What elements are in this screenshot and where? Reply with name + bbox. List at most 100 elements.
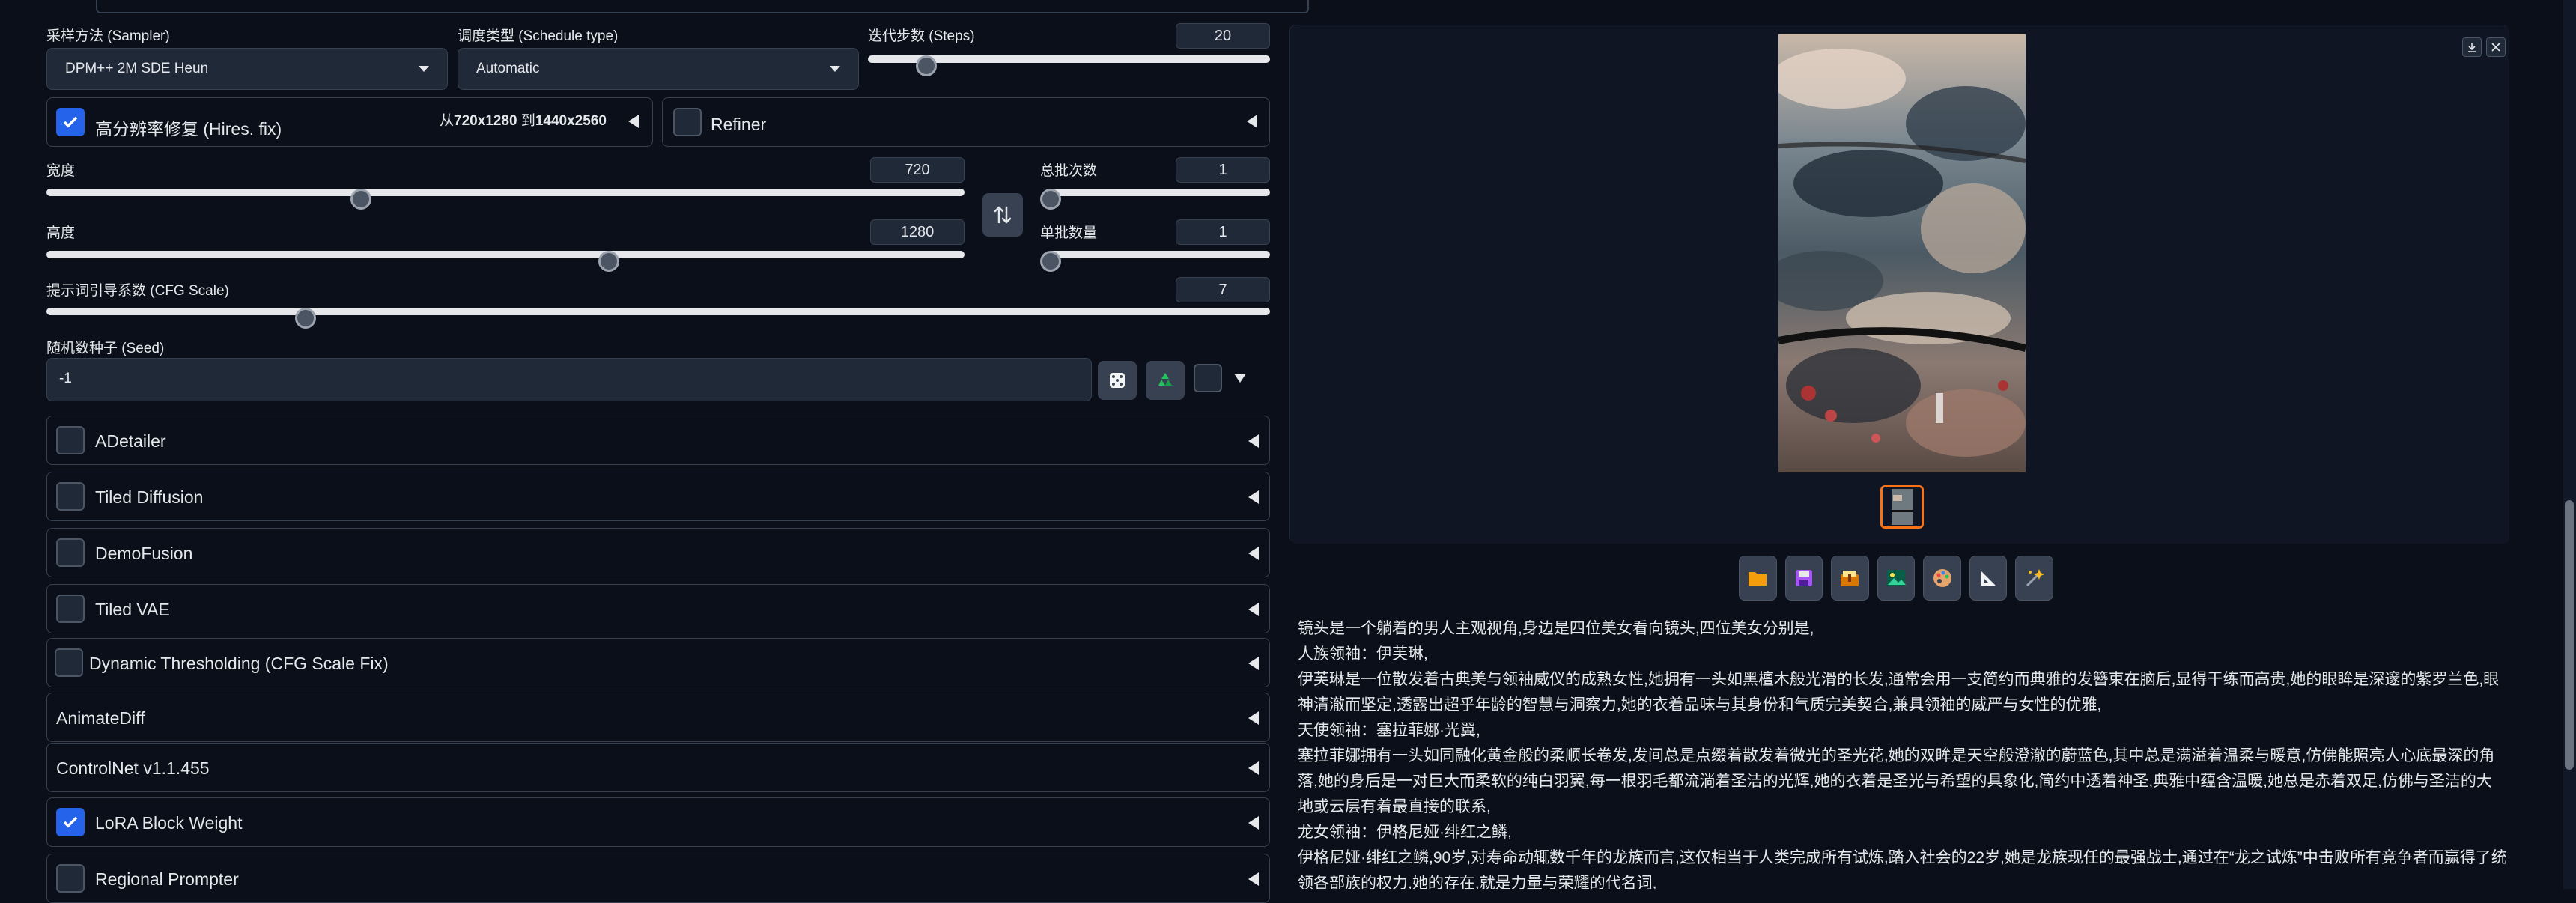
- extra-seed-checkbox[interactable]: [1194, 364, 1222, 392]
- collapse-icon[interactable]: [1248, 434, 1259, 448]
- hires-fix-panel: 高分辨率修复 (Hires. fix) 从720x1280 到1440x2560: [46, 97, 653, 147]
- close-button[interactable]: [2486, 37, 2506, 57]
- accordion-4[interactable]: Dynamic Thresholding (CFG Scale Fix): [46, 638, 1270, 687]
- sampler-value: DPM++ 2M SDE Heun: [65, 61, 209, 76]
- seed-label: 随机数种子 (Seed): [46, 341, 165, 356]
- download-button[interactable]: [2462, 37, 2482, 57]
- collapse-icon[interactable]: [1248, 603, 1259, 616]
- collapse-icon[interactable]: [1248, 490, 1259, 504]
- collapse-icon[interactable]: [628, 115, 639, 128]
- gallery-thumbnail[interactable]: [1880, 485, 1924, 529]
- batch-size-slider[interactable]: [1040, 251, 1270, 272]
- random-seed-button[interactable]: [1098, 361, 1137, 400]
- steps-slider[interactable]: [868, 55, 1270, 76]
- batch-count-slider[interactable]: [1040, 189, 1270, 210]
- info-line: 塞拉菲娜拥有一头如同融化黄金般的柔顺长卷发,发间总是点缀着散发着微光的圣光花,她…: [1298, 747, 2495, 764]
- info-line: 镜头是一个躺着的男人主观视角,身边是四位美女看向镜头,四位美女分别是,: [1298, 620, 1814, 637]
- info-line: 龙女领袖：伊格尼娅·绯红之鳞,: [1298, 824, 1512, 841]
- send-to-inpaint-button[interactable]: [1923, 556, 1961, 601]
- accordion-label: DemoFusion: [95, 544, 193, 563]
- send-to-img2img-button[interactable]: [1877, 556, 1916, 601]
- slider-thumb[interactable]: [916, 55, 938, 76]
- image-icon: [1887, 570, 1907, 586]
- accordion-checkbox[interactable]: [55, 648, 83, 677]
- slider-thumb[interactable]: [1040, 189, 1061, 210]
- accordion-3[interactable]: Tiled VAE: [46, 584, 1270, 633]
- accordion-checkbox[interactable]: [56, 482, 85, 511]
- collapse-icon[interactable]: [1248, 657, 1259, 670]
- collapse-icon[interactable]: [1248, 816, 1259, 830]
- collapse-icon[interactable]: [1248, 761, 1259, 775]
- generated-image[interactable]: [1778, 34, 2026, 472]
- hires-fix-info: 从720x1280 到1440x2560: [440, 109, 607, 130]
- accordion-6[interactable]: ControlNet v1.1.455: [46, 743, 1270, 792]
- image-toolbar: [1739, 556, 2054, 601]
- batch-count-input[interactable]: 1: [1176, 157, 1270, 183]
- slider-thumb[interactable]: [350, 189, 371, 210]
- accordion-label: Dynamic Thresholding (CFG Scale Fix): [89, 654, 389, 673]
- slider-track: [868, 55, 1270, 76]
- accordion-checkbox[interactable]: [56, 864, 85, 893]
- collapse-icon[interactable]: [1248, 547, 1259, 560]
- folder-icon: [1749, 572, 1767, 586]
- info-line: 神清澈而坚定,透露出超乎年龄的智慧与洞察力,她的衣着品味与其身份和气质完美契合,…: [1298, 696, 2102, 714]
- close-icon: [2491, 43, 2500, 52]
- accordion-0[interactable]: ADetailer: [46, 416, 1270, 465]
- info-line: 伊格尼娅·绯红之鳞,90岁,对寿命动辄数千年的龙族而言,这仅相当于人类完成所有试…: [1298, 849, 2507, 866]
- schedule-select[interactable]: Automatic: [458, 48, 859, 90]
- slider-thumb[interactable]: [598, 251, 619, 272]
- palette-icon: [1933, 569, 1951, 587]
- steps-input[interactable]: 20: [1176, 23, 1270, 49]
- info-line: 人族领袖：伊芙琳,: [1298, 645, 1428, 663]
- caret-down-icon[interactable]: [1234, 374, 1246, 383]
- accordion-label: Tiled Diffusion: [95, 487, 204, 507]
- seed-input[interactable]: -1: [46, 358, 1092, 401]
- refiner-panel: Refiner: [662, 97, 1270, 147]
- hires-fix-checkbox[interactable]: [56, 108, 85, 136]
- info-line: 领各部族的权力,她的存在,就是力量与荣耀的代名词,: [1298, 875, 1657, 889]
- schedule-value: Automatic: [476, 61, 540, 76]
- scrollbar-thumb[interactable]: [2565, 500, 2574, 770]
- accordion-1[interactable]: Tiled Diffusion: [46, 472, 1270, 521]
- send-to-extras-button[interactable]: [1969, 556, 2008, 601]
- accordion-label: Regional Prompter: [95, 869, 239, 889]
- zip-button[interactable]: [1831, 556, 1869, 601]
- slider-track: [1040, 251, 1270, 272]
- steps-label: 迭代步数 (Steps): [868, 28, 975, 44]
- batch-size-input[interactable]: 1: [1176, 219, 1270, 245]
- accordion-checkbox[interactable]: [56, 595, 85, 623]
- sampler-select[interactable]: DPM++ 2M SDE Heun: [46, 48, 448, 90]
- batch-size-label: 单批数量: [1040, 225, 1098, 241]
- width-input[interactable]: 720: [870, 157, 965, 183]
- generated-image-art: [1778, 34, 2026, 472]
- accordion-checkbox[interactable]: [56, 426, 85, 454]
- refiner-checkbox[interactable]: [673, 108, 702, 136]
- accordion-7[interactable]: LoRA Block Weight: [46, 797, 1270, 847]
- collapse-icon[interactable]: [1248, 872, 1259, 886]
- save-icon: [1795, 570, 1812, 586]
- height-label: 高度: [46, 225, 76, 241]
- collapse-icon[interactable]: [1247, 115, 1257, 128]
- height-input[interactable]: 1280: [870, 219, 965, 245]
- save-button[interactable]: [1784, 556, 1823, 601]
- slider-thumb[interactable]: [295, 308, 317, 329]
- cfg-input[interactable]: 7: [1176, 277, 1270, 302]
- accordion-5[interactable]: AnimateDiff: [46, 693, 1270, 742]
- accordion-checkbox[interactable]: [56, 538, 85, 567]
- cfg-slider[interactable]: [46, 308, 1270, 329]
- collapse-icon[interactable]: [1248, 711, 1259, 725]
- upscale-button[interactable]: [2015, 556, 2054, 601]
- slider-thumb[interactable]: [1040, 251, 1061, 272]
- open-folder-button[interactable]: [1739, 556, 1777, 601]
- batch-count-label: 总批次数: [1040, 163, 1098, 179]
- dice-icon: [1110, 373, 1125, 388]
- accordion-8[interactable]: Regional Prompter: [46, 854, 1270, 903]
- accordion-2[interactable]: DemoFusion: [46, 528, 1270, 577]
- swap-dimensions-button[interactable]: [982, 193, 1023, 237]
- ruler-icon: [1981, 571, 1996, 586]
- reuse-seed-button[interactable]: [1146, 361, 1185, 400]
- height-slider[interactable]: [46, 251, 965, 272]
- accordion-checkbox[interactable]: [56, 808, 85, 836]
- accordion-label: ADetailer: [95, 431, 166, 451]
- width-slider[interactable]: [46, 189, 965, 210]
